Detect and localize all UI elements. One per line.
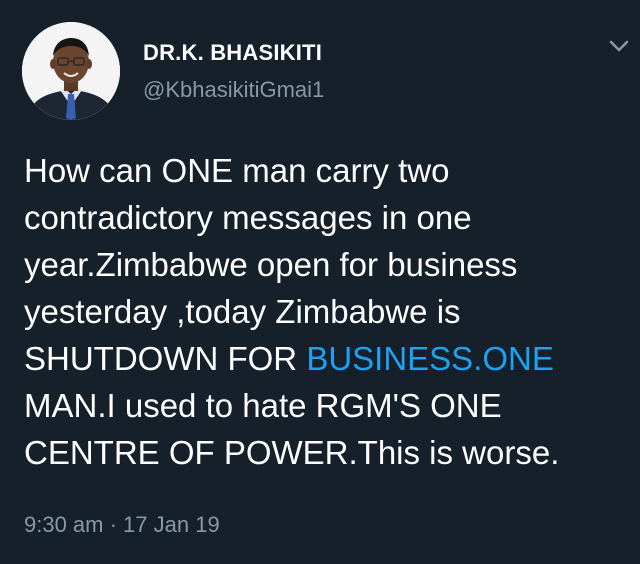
avatar[interactable] [22,22,120,120]
tweet-text-line: How can ONE man carry two [24,152,450,189]
tweet-text-line: yesterday ,today Zimbabwe is [24,293,461,330]
tweet-text-line: SHUTDOWN FOR BUSINESS.ONE [24,335,624,382]
profile-photo [22,22,120,120]
tweet-card: DR.K. BHASIKITI @KbhasikitiGmai1 How can… [0,0,640,564]
tweet-text-line: MAN.I used to hate RGM'S ONE [24,387,502,424]
tweet-text-segment: SHUTDOWN FOR [24,340,307,377]
tweet-text-line: CENTRE OF POWER.This is worse. [24,434,560,471]
user-handle[interactable]: @KbhasikitiGmai1 [143,77,324,103]
chevron-down-icon[interactable] [608,38,630,54]
tweet-text-line: year.Zimbabwe open for business [24,246,518,283]
display-name[interactable]: DR.K. BHASIKITI [143,40,322,66]
tweet-link[interactable]: BUSINESS.ONE [306,340,554,377]
tweet-text-line: contradictory messages in one [24,199,472,236]
tweet-text: How can ONE man carry two contradictory … [24,147,624,476]
tweet-timestamp[interactable]: 9:30 am · 17 Jan 19 [24,512,220,538]
